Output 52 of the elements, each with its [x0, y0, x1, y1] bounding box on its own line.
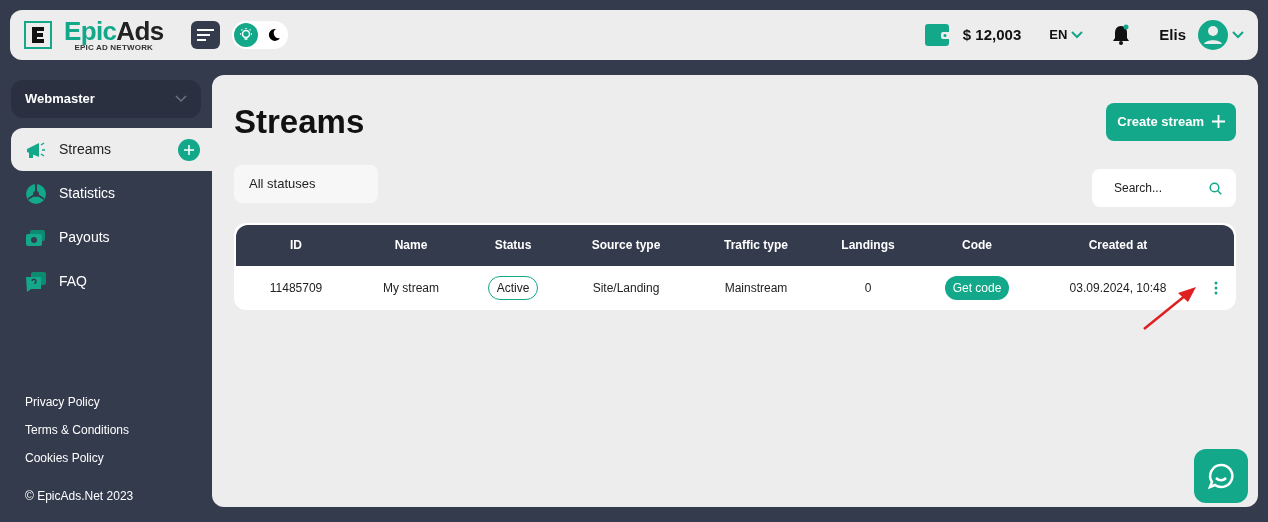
table-cell-text: 11485709: [268, 279, 324, 297]
pie-chart-icon: [25, 182, 47, 205]
column-header: Traffic type: [723, 237, 789, 254]
column-header: Status: [493, 237, 533, 254]
sidebar-item[interactable]: FAQ: [11, 260, 212, 303]
status-filter[interactable]: All statuses: [234, 164, 378, 203]
language-select[interactable]: EN: [1049, 25, 1084, 45]
avatar-icon: [1198, 20, 1228, 50]
sidebar-item[interactable]: Statistics: [11, 172, 212, 215]
table-cell-text: My stream: [382, 279, 440, 297]
logo-icon: [24, 21, 52, 49]
search-icon: [1209, 181, 1222, 195]
moon-icon: [266, 27, 283, 43]
user-name: Elis: [1159, 24, 1186, 45]
column-header: Created at: [1087, 237, 1149, 254]
table-cell-text: Mainstream: [723, 279, 789, 297]
lightbulb-icon: [238, 27, 255, 43]
plus-icon: [184, 144, 194, 155]
wallet-icon: [924, 24, 951, 46]
chat-icon: [1207, 462, 1235, 490]
search-field[interactable]: Search...: [1092, 168, 1236, 207]
chevron-down-icon: [175, 95, 187, 103]
column-header: ID: [289, 237, 303, 254]
table-cell-text: Site/Landing: [591, 279, 661, 297]
footer-link[interactable]: Cookies Policy: [25, 449, 187, 467]
role-select[interactable]: Webmaster: [11, 80, 201, 118]
more-options-icon[interactable]: [1214, 280, 1218, 295]
chevron-down-icon: [1232, 31, 1244, 39]
plus-icon: [1212, 115, 1225, 129]
footer-link[interactable]: Privacy Policy: [25, 393, 187, 411]
chat-question-icon: [25, 270, 47, 293]
sidebar-item[interactable]: Streams: [11, 128, 212, 171]
chat-button[interactable]: [1194, 449, 1248, 503]
table-cell-text: 03.09.2024, 10:48: [1068, 279, 1168, 297]
column-header: Landings: [840, 237, 896, 254]
add-stream-button[interactable]: [178, 138, 200, 161]
table-cell-text: 0: [863, 279, 873, 297]
brand-name: EpicAds: [64, 18, 164, 44]
column-header: Source type: [590, 237, 662, 254]
page-title: Streams: [234, 102, 365, 142]
balance: $ 12,003: [962, 24, 1022, 45]
brand-tagline: EPIC AD NETWORK: [74, 44, 154, 52]
bell-icon: [1111, 24, 1132, 46]
notification-bell-button[interactable]: [1111, 24, 1132, 46]
menu-button[interactable]: [191, 21, 221, 49]
column-header: Name: [393, 237, 429, 254]
sidebar-item[interactable]: Payouts: [11, 216, 212, 259]
chevron-down-icon: [1071, 31, 1084, 39]
user-menu-button[interactable]: [1198, 20, 1244, 50]
footer-link[interactable]: Terms & Conditions: [25, 421, 187, 439]
copyright: © EpicAds.Net 2023: [25, 488, 135, 505]
column-header: Code: [961, 237, 993, 254]
